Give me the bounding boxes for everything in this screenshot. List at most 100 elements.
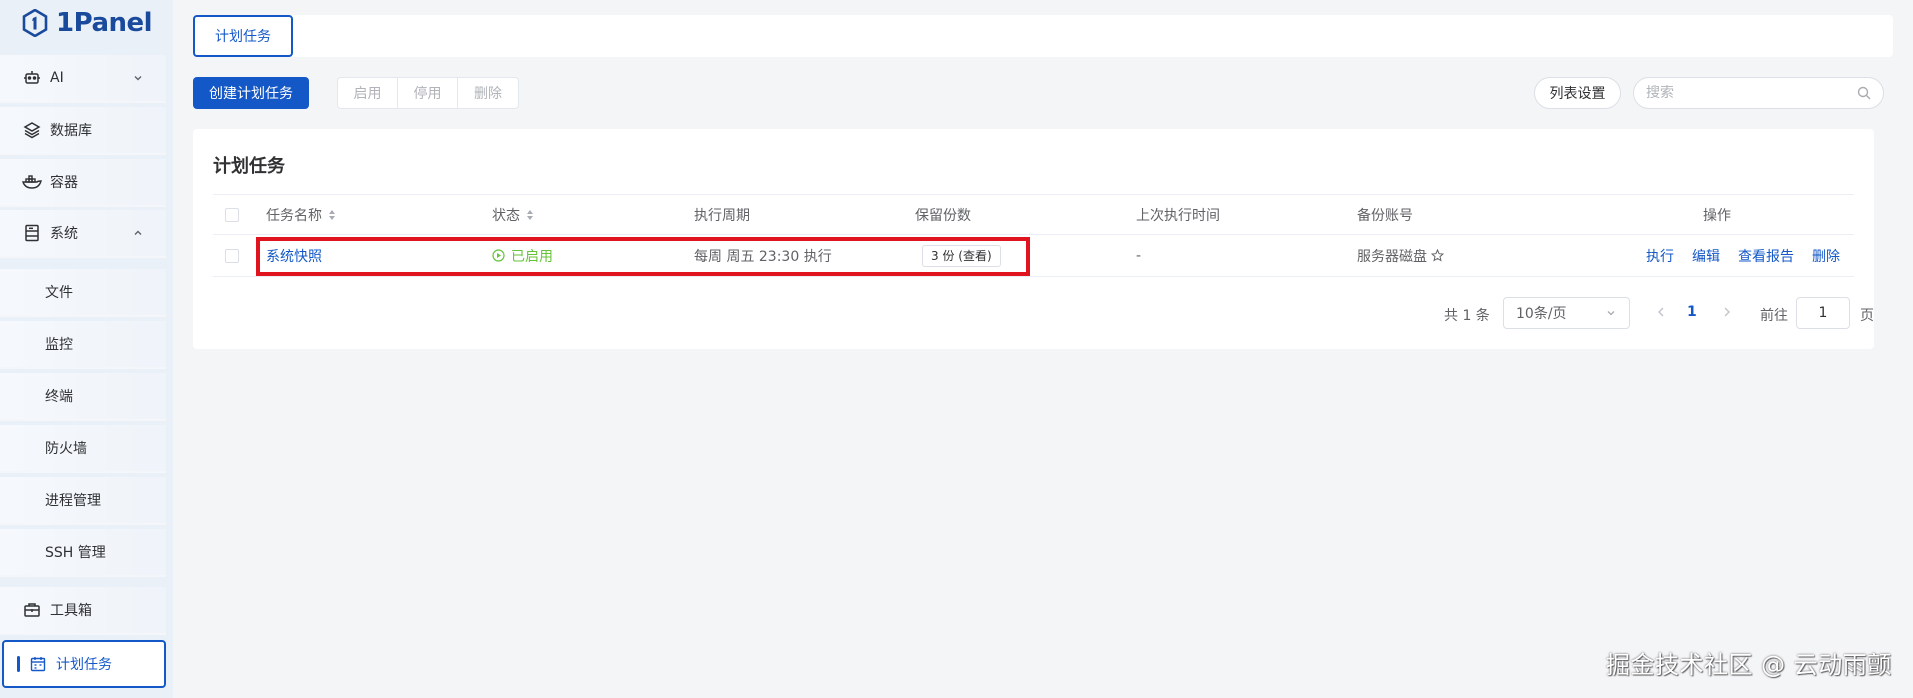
logo-icon <box>22 9 48 37</box>
cycle-cell: 每周 周五 23:30 执行 <box>694 235 832 276</box>
row-select-cell <box>225 235 239 276</box>
sidebar-item-label: AI <box>50 70 64 86</box>
actions-cell: 编辑 <box>1692 235 1720 276</box>
docker-whale-icon <box>22 172 42 192</box>
task-name-link[interactable]: 系统快照 <box>266 246 322 266</box>
column-label: 操作 <box>1703 207 1731 224</box>
column-label: 执行周期 <box>694 207 750 224</box>
star-icon[interactable] <box>1431 249 1444 262</box>
sidebar-item-label: SSH 管理 <box>45 545 106 561</box>
tab-cronjob[interactable]: 计划任务 <box>193 15 293 57</box>
robot-icon <box>22 68 42 88</box>
sidebar-item-process[interactable]: 进程管理 <box>0 477 166 525</box>
task-name-cell: 系统快照 <box>266 235 322 276</box>
sidebar-item-system[interactable]: 系统 <box>0 210 166 258</box>
server-icon <box>22 223 42 243</box>
sidebar-item-toolbox[interactable]: 工具箱 <box>0 587 166 635</box>
column-label: 任务名称 <box>266 207 322 224</box>
sidebar-item-files[interactable]: 文件 <box>0 269 166 317</box>
sidebar-item-cronjob[interactable]: 计划任务 <box>2 640 166 688</box>
logo-text: 1Panel <box>56 8 153 38</box>
delete-button[interactable]: 删除 <box>458 78 518 108</box>
sidebar-item-terminal[interactable]: 终端 <box>0 373 166 421</box>
edit-action[interactable]: 编辑 <box>1692 246 1720 266</box>
enable-button[interactable]: 启用 <box>338 78 398 108</box>
last-run-text: - <box>1136 247 1142 264</box>
status-cell: 已启用 <box>492 235 553 276</box>
page-size-value: 10条/页 <box>1516 306 1567 322</box>
active-indicator <box>17 656 20 672</box>
page-number-current[interactable]: 1 <box>1687 304 1697 320</box>
sidebar-item-monitor[interactable]: 监控 <box>0 321 166 369</box>
sort-icon[interactable] <box>526 209 534 221</box>
card-title: 计划任务 <box>213 156 285 177</box>
select-all-cell <box>225 195 239 234</box>
retain-tag[interactable]: 3 份 (查看) <box>922 244 1001 267</box>
pagination-total: 共 1 条 <box>1444 308 1490 324</box>
create-cronjob-button[interactable]: 创建计划任务 <box>193 77 309 109</box>
goto-label: 前往 <box>1760 308 1788 324</box>
chevron-up-icon <box>134 230 142 235</box>
delete-action[interactable]: 删除 <box>1812 246 1840 266</box>
disable-button[interactable]: 停用 <box>398 78 458 108</box>
column-label: 上次执行时间 <box>1136 207 1220 224</box>
calendar-icon <box>28 654 48 674</box>
sort-icon[interactable] <box>328 209 336 221</box>
sidebar-item-container[interactable]: 容器 <box>0 159 166 207</box>
column-cycle: 执行周期 <box>694 195 750 234</box>
list-settings-button[interactable]: 列表设置 <box>1534 77 1621 109</box>
batch-action-group: 启用 停用 删除 <box>337 77 519 109</box>
last-run-cell: - <box>1136 235 1141 276</box>
sidebar-item-label: 进程管理 <box>45 493 101 509</box>
page-unit-label: 页 <box>1860 308 1874 324</box>
column-status[interactable]: 状态 <box>492 195 534 234</box>
retain-cell: 3 份 (查看) <box>922 235 1001 276</box>
row-checkbox[interactable] <box>225 248 239 263</box>
sidebar-item-ssh[interactable]: SSH 管理 <box>0 529 166 577</box>
view-report-action[interactable]: 查看报告 <box>1738 246 1794 266</box>
chevron-down-icon <box>134 76 142 81</box>
sidebar-item-firewall[interactable]: 防火墙 <box>0 425 166 473</box>
column-actions: 操作 <box>1703 195 1731 234</box>
toolbox-icon <box>22 600 42 620</box>
sidebar-item-database[interactable]: 数据库 <box>0 107 166 155</box>
sidebar-item-label: 计划任务 <box>56 657 112 673</box>
cycle-text: 每周 周五 23:30 执行 <box>694 248 832 265</box>
actions-cell: 删除 <box>1812 235 1840 276</box>
backup-account-text: 服务器磁盘 <box>1357 248 1427 265</box>
tab-bar: 计划任务 <box>193 15 1893 57</box>
actions-cell: 查看报告 <box>1738 235 1794 276</box>
backup-account-cell: 服务器磁盘 <box>1357 235 1444 276</box>
sidebar-item-label: 监控 <box>45 337 73 353</box>
sidebar-item-label: 文件 <box>45 285 73 301</box>
sidebar-item-ai[interactable]: AI <box>0 55 166 103</box>
prev-page-icon[interactable] <box>1654 305 1668 319</box>
search-icon[interactable] <box>1857 86 1871 100</box>
column-label: 状态 <box>492 207 520 224</box>
sidebar-item-label: 终端 <box>45 389 73 405</box>
sidebar-item-label: 工具箱 <box>50 603 92 619</box>
column-label: 备份账号 <box>1357 207 1413 224</box>
table-row: 系统快照 已启用 每周 周五 23:30 执行 3 份 (查看) - 服务器磁盘… <box>213 235 1854 277</box>
column-name[interactable]: 任务名称 <box>266 195 336 234</box>
page-size-select[interactable]: 10条/页 <box>1503 297 1630 329</box>
app-logo[interactable]: 1Panel <box>0 0 173 46</box>
watermark-text: 掘金技术社区 @ 云动雨颤 <box>1606 651 1892 679</box>
table-header: 任务名称 状态 执行周期 保留份数 上次执行时间 备份账号 操作 <box>213 194 1854 235</box>
next-page-icon[interactable] <box>1720 305 1734 319</box>
column-last-run: 上次执行时间 <box>1136 195 1220 234</box>
layers-icon <box>22 120 42 140</box>
run-action[interactable]: 执行 <box>1646 246 1674 266</box>
column-label: 保留份数 <box>915 207 971 224</box>
goto-page-input[interactable]: 1 <box>1796 297 1850 329</box>
sidebar-item-label: 数据库 <box>50 123 92 139</box>
chevron-down-icon <box>1607 311 1615 316</box>
status-badge[interactable]: 已启用 <box>492 246 553 266</box>
sidebar: 1Panel AI 数据库 容器 系统 文件 监控 终端 防火墙 进程管理 SS… <box>0 0 173 698</box>
sidebar-item-label: 容器 <box>50 175 78 191</box>
status-label: 已启用 <box>511 248 553 265</box>
sidebar-item-label: 系统 <box>50 226 78 242</box>
search-input[interactable] <box>1646 85 1857 101</box>
select-all-checkbox[interactable] <box>225 207 239 222</box>
actions-cell: 执行 <box>1646 235 1674 276</box>
